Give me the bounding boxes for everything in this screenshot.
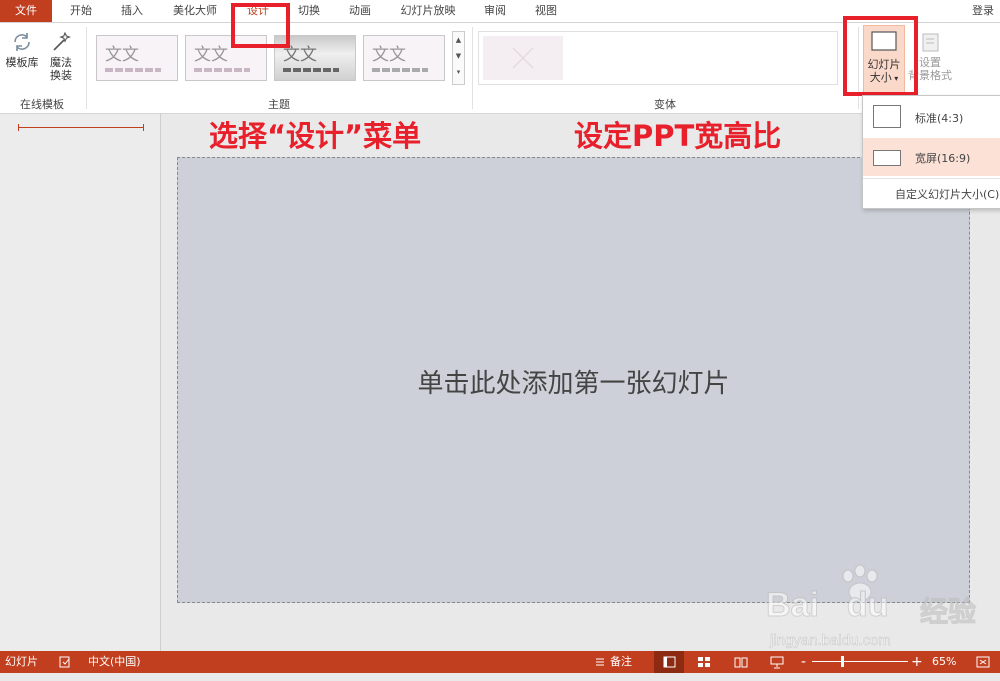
- slideshow-view-button[interactable]: [769, 651, 785, 673]
- scroll-down-icon[interactable]: ▼: [453, 48, 464, 64]
- menu-item-widescreen-label: 宽屏(16:9): [915, 152, 971, 165]
- themes-group-label: 主题: [268, 98, 290, 111]
- fit-window-icon: [976, 656, 990, 668]
- normal-view-button[interactable]: [654, 651, 684, 673]
- status-language[interactable]: 中文(中国): [88, 651, 141, 673]
- theme-color-bars: [283, 68, 339, 72]
- tab-view[interactable]: 视图: [531, 0, 561, 22]
- magic-label-1: 魔法: [50, 56, 72, 69]
- watermark-brand: Bai du: [766, 586, 889, 625]
- status-bar: 幻灯片 中文(中国) 备注 - + 65%: [0, 651, 1000, 673]
- theme-sample-text: 文文: [105, 45, 139, 65]
- slide-insertion-marker: [18, 127, 144, 128]
- notes-icon[interactable]: [594, 651, 606, 673]
- theme-gallery-scrollbar[interactable]: ▲ ▼ ▾: [452, 31, 465, 85]
- tab-transitions[interactable]: 切换: [294, 0, 324, 22]
- fit-to-window-button[interactable]: [975, 651, 991, 673]
- slide-placeholder-text[interactable]: 单击此处添加第一张幻灯片: [178, 363, 969, 400]
- format-background-icon: [922, 33, 939, 52]
- annotation-select-design: 选择“设计”菜单: [209, 119, 422, 153]
- scroll-up-icon[interactable]: ▲: [453, 32, 464, 48]
- template-library-label: 模板库: [5, 56, 39, 69]
- slide-sorter-button[interactable]: [696, 651, 712, 673]
- zoom-in-button[interactable]: +: [911, 651, 923, 673]
- slideshow-view-icon: [770, 656, 784, 669]
- menu-divider: [863, 178, 1000, 179]
- notes-button[interactable]: 备注: [610, 651, 632, 673]
- group-divider: [472, 27, 473, 109]
- widescreen-ratio-icon: [873, 150, 901, 166]
- theme-color-bars: [372, 68, 428, 72]
- theme-thumbnail-4[interactable]: 文文: [363, 35, 445, 81]
- template-library-button[interactable]: 模板库: [2, 31, 42, 69]
- status-view-mode: 幻灯片: [5, 655, 38, 668]
- group-divider: [86, 27, 87, 109]
- slide-sorter-icon: [698, 657, 710, 667]
- highlight-box-slide-size: [843, 16, 918, 96]
- theme-color-bars: [105, 68, 161, 72]
- normal-view-icon: [663, 656, 676, 668]
- menu-item-custom-size[interactable]: 自定义幻灯片大小(C): [895, 186, 1000, 202]
- insertion-marker-cap: [143, 124, 144, 131]
- spell-check-icon[interactable]: [58, 651, 72, 673]
- standard-ratio-icon: [873, 105, 901, 128]
- insertion-marker-cap: [18, 124, 19, 131]
- reading-view-icon: [734, 657, 748, 668]
- slide-size-dropdown: 标准(4:3) 宽屏(16:9) 自定义幻灯片大小(C): [862, 95, 1000, 209]
- theme-sample-text: 文文: [372, 45, 406, 65]
- tab-animations[interactable]: 动画: [345, 0, 375, 22]
- theme-sample-text: 文文: [194, 45, 228, 65]
- tab-file[interactable]: 文件: [0, 0, 52, 22]
- menu-item-standard-label: 标准(4:3): [915, 112, 964, 125]
- highlight-box-design-tab: [231, 3, 290, 48]
- tab-slideshow[interactable]: 幻灯片放映: [396, 0, 460, 22]
- annotation-set-aspect-ratio: 设定PPT宽高比: [574, 119, 782, 153]
- tab-insert[interactable]: 插入: [117, 0, 147, 22]
- variants-gallery: [478, 31, 838, 85]
- tab-home[interactable]: 开始: [66, 0, 96, 22]
- menu-item-standard[interactable]: 标准(4:3): [863, 98, 1000, 136]
- reading-view-button[interactable]: [733, 651, 749, 673]
- zoom-slider-track[interactable]: [812, 661, 908, 662]
- theme-thumbnail-1[interactable]: 文文: [96, 35, 178, 81]
- zoom-out-button[interactable]: -: [801, 651, 806, 673]
- watermark-brand-bai: Bai: [766, 586, 820, 625]
- baidu-jingyan-watermark: Bai du 经验 jingyan.baidu.com: [760, 560, 1000, 660]
- login-link[interactable]: 登录: [972, 0, 1000, 22]
- watermark-url: jingyan.baidu.com: [770, 632, 891, 650]
- empty-variant-icon: [512, 47, 534, 69]
- refresh-icon: [14, 33, 30, 51]
- watermark-jingyan: 经验: [919, 595, 977, 629]
- magic-makeover-button[interactable]: 魔法 换装: [44, 31, 78, 82]
- slide-thumbnail-pane[interactable]: [0, 114, 161, 651]
- magic-label-2: 换装: [50, 69, 72, 82]
- watermark-brand-du: du: [846, 586, 889, 625]
- zoom-level[interactable]: 65%: [932, 651, 956, 673]
- magic-wand-icon: [53, 31, 71, 51]
- online-templates-group-label: 在线模板: [20, 98, 64, 111]
- theme-color-bars: [194, 68, 250, 72]
- variant-thumbnail[interactable]: [483, 36, 563, 80]
- gallery-expand-icon[interactable]: ▾: [453, 64, 464, 80]
- zoom-slider-thumb[interactable]: [841, 656, 844, 667]
- variants-group-label: 变体: [654, 98, 676, 111]
- tab-review[interactable]: 审阅: [480, 0, 510, 22]
- tab-beautify-master[interactable]: 美化大师: [168, 0, 222, 22]
- menu-item-widescreen[interactable]: 宽屏(16:9): [863, 138, 1000, 176]
- slide-canvas[interactable]: 单击此处添加第一张幻灯片: [177, 157, 970, 603]
